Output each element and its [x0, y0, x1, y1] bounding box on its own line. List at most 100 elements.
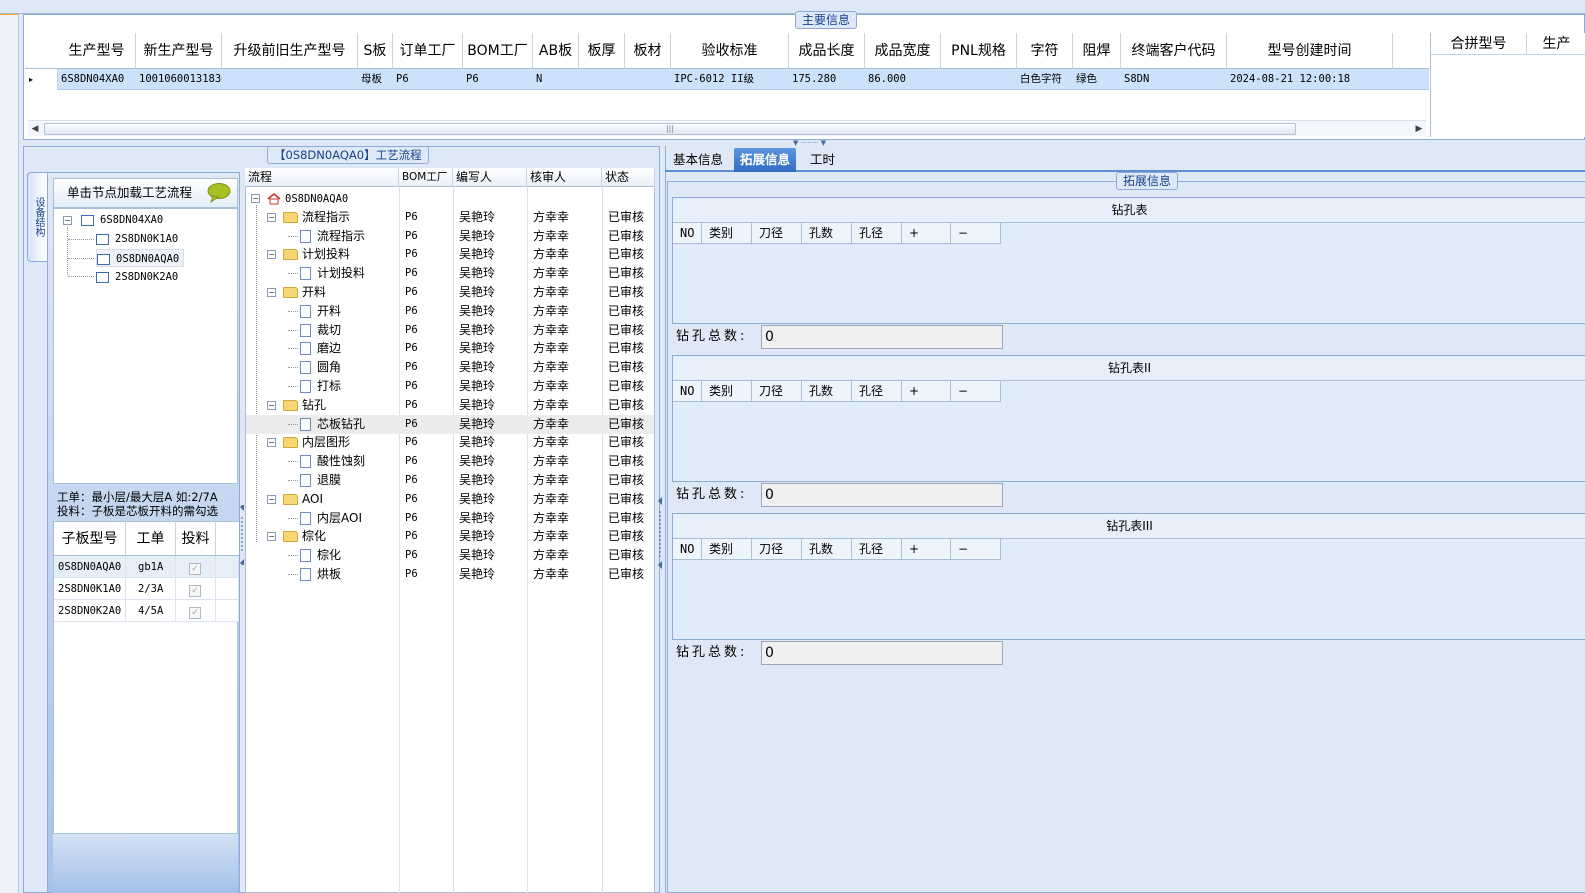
column-header[interactable]: 新生产型号: [136, 33, 222, 69]
sub-model-cell[interactable]: 2S8DN0K1A0: [54, 578, 126, 600]
flow-column-header[interactable]: 流程: [245, 168, 399, 187]
grid-cell[interactable]: 2024-08-21 12:00:18: [1227, 69, 1393, 90]
collapse-icon[interactable]: −: [267, 494, 276, 504]
flow-step-row[interactable]: 开料 P6 吴艳玲 方幸幸 已审核: [246, 302, 654, 321]
collapse-icon[interactable]: −: [63, 216, 72, 225]
tab-basic-info[interactable]: 基本信息: [667, 148, 729, 172]
grid-cell[interactable]: P6: [463, 69, 533, 90]
node-checkbox-icon[interactable]: [97, 253, 110, 265]
flow-step-row[interactable]: 内层AOI P6 吴艳玲 方幸幸 已审核: [246, 509, 654, 528]
drill-total-input[interactable]: 0: [761, 641, 1003, 665]
collapse-icon[interactable]: −: [251, 194, 260, 203]
column-header[interactable]: 生产型号: [58, 33, 136, 69]
flow-step-row[interactable]: 棕化 P6 吴艳玲 方幸幸 已审核: [246, 546, 654, 565]
column-header[interactable]: PNL规格: [941, 33, 1017, 69]
grid-cell[interactable]: S8DN: [1121, 69, 1227, 90]
collapse-icon[interactable]: −: [267, 438, 276, 448]
drill-column-header[interactable]: NO: [673, 539, 702, 560]
drill-column-header[interactable]: +: [902, 223, 951, 244]
sub-grid-header[interactable]: 投料: [176, 522, 216, 556]
tree-root-node[interactable]: 6S8DN04XA0: [81, 211, 163, 229]
sub-order-cell[interactable]: 4/5A: [126, 600, 176, 622]
flow-step-row[interactable]: 裁切 P6 吴艳玲 方幸幸 已审核: [246, 321, 654, 340]
tree-child-node[interactable]: 2S8DN0K2A0: [96, 268, 178, 286]
chat-bubble-icon[interactable]: [207, 183, 231, 203]
scroll-left-icon[interactable]: ◀: [28, 122, 42, 136]
scroll-thumb[interactable]: |||: [44, 123, 1296, 135]
drill-column-header[interactable]: NO: [673, 223, 702, 244]
drill-total-input[interactable]: 0: [761, 325, 1003, 349]
tab-work-hours[interactable]: 工时: [804, 148, 841, 172]
drill-column-header[interactable]: 类别: [702, 539, 752, 560]
drill-column-header[interactable]: 孔径: [852, 223, 902, 244]
drill-column-header[interactable]: 刀径: [752, 381, 802, 402]
drill-column-header[interactable]: 类别: [702, 381, 752, 402]
collapse-icon[interactable]: −: [267, 532, 276, 542]
column-header[interactable]: AB板: [533, 33, 579, 69]
flow-step-row[interactable]: 磨边 P6 吴艳玲 方幸幸 已审核: [246, 339, 654, 358]
grid-cell[interactable]: 175.280: [789, 69, 865, 90]
flow-column-header[interactable]: 核审人: [527, 168, 602, 187]
grid-cell[interactable]: [625, 69, 671, 90]
column-header[interactable]: 板厚: [579, 33, 625, 69]
column-header[interactable]: 订单工厂: [393, 33, 463, 69]
flow-column-header[interactable]: 状态: [602, 168, 655, 187]
drill-column-header[interactable]: 类别: [702, 223, 752, 244]
column-header[interactable]: 型号创建时间: [1227, 33, 1393, 69]
flow-step-row[interactable]: 计划投料 P6 吴艳玲 方幸幸 已审核: [246, 264, 654, 283]
grid-cell[interactable]: 86.000: [865, 69, 941, 90]
grid-cell[interactable]: N: [533, 69, 579, 90]
scroll-right-icon[interactable]: ▶: [1412, 122, 1426, 136]
flow-column-header[interactable]: BOM工厂: [399, 168, 453, 187]
grid-cell[interactable]: 母板: [358, 69, 393, 90]
column-header[interactable]: 成品长度: [789, 33, 865, 69]
column-header[interactable]: BOM工厂: [463, 33, 533, 69]
node-checkbox-icon[interactable]: [96, 233, 109, 245]
flow-step-row[interactable]: 退膜 P6 吴艳玲 方幸幸 已审核: [246, 471, 654, 490]
feed-checkbox[interactable]: ✓: [189, 563, 201, 575]
node-checkbox-icon[interactable]: [81, 214, 94, 226]
flow-step-row[interactable]: 烘板 P6 吴艳玲 方幸幸 已审核: [246, 565, 654, 584]
column-header[interactable]: 字符: [1017, 33, 1073, 69]
merge-model-header[interactable]: 合拼型号: [1431, 33, 1527, 55]
collapse-icon[interactable]: −: [267, 400, 276, 410]
flow-column-header[interactable]: 编写人: [453, 168, 527, 187]
drill-column-header[interactable]: 刀径: [752, 223, 802, 244]
drill-column-header[interactable]: NO: [673, 381, 702, 402]
column-header[interactable]: 验收标准: [671, 33, 789, 69]
sub-model-cell[interactable]: 2S8DN0K2A0: [54, 600, 126, 622]
column-header[interactable]: 成品宽度: [865, 33, 941, 69]
sub-feed-cell[interactable]: ✓: [176, 600, 216, 622]
column-header[interactable]: 终端客户代码: [1121, 33, 1227, 69]
drill-total-input[interactable]: 0: [761, 483, 1003, 507]
collapse-icon[interactable]: −: [267, 288, 276, 297]
drill-column-header[interactable]: 刀径: [752, 539, 802, 560]
grid-cell[interactable]: [222, 69, 358, 90]
column-header[interactable]: 阻焊: [1073, 33, 1121, 69]
grid-cell[interactable]: [579, 69, 625, 90]
drill-column-header[interactable]: −: [951, 223, 1001, 244]
drill-column-header[interactable]: +: [902, 539, 951, 560]
flow-root-row[interactable]: − 0S8DN0AQA0: [246, 189, 654, 208]
sub-grid-header[interactable]: 子板型号: [54, 522, 126, 556]
grid-cell[interactable]: 绿色: [1073, 69, 1121, 90]
flow-step-row[interactable]: − 内层图形 P6 吴艳玲 方幸幸 已审核: [246, 433, 654, 452]
column-header[interactable]: 板材: [625, 33, 671, 69]
tree-child-node-selected[interactable]: 0S8DN0AQA0: [96, 249, 185, 267]
tree-child-node[interactable]: 2S8DN0K1A0: [96, 230, 178, 248]
grid-cell[interactable]: 6S8DN04XA0: [58, 69, 136, 90]
sub-feed-cell[interactable]: ✓: [176, 578, 216, 600]
main-grid-selected-row[interactable]: 6S8DN04XA0 10010600131836 母板 P6 P6 N IPC-6012 …: [25, 69, 1429, 90]
drill-column-header[interactable]: 孔数: [802, 223, 852, 244]
flow-step-row[interactable]: − AOI P6 吴艳玲 方幸幸 已审核: [246, 490, 654, 509]
column-header[interactable]: S板: [358, 33, 393, 69]
sub-order-cell[interactable]: gb1A: [126, 556, 176, 578]
sub-grid-header[interactable]: 工单: [126, 522, 176, 556]
flow-step-row[interactable]: − 钻孔 P6 吴艳玲 方幸幸 已审核: [246, 396, 654, 415]
sub-feed-cell[interactable]: ✓: [176, 556, 216, 578]
drill-column-header[interactable]: 孔径: [852, 539, 902, 560]
drill-column-header[interactable]: 孔数: [802, 539, 852, 560]
drill-column-header[interactable]: +: [902, 381, 951, 402]
drill-column-header[interactable]: −: [951, 539, 1001, 560]
merge-prod-header[interactable]: 生产: [1527, 33, 1585, 55]
